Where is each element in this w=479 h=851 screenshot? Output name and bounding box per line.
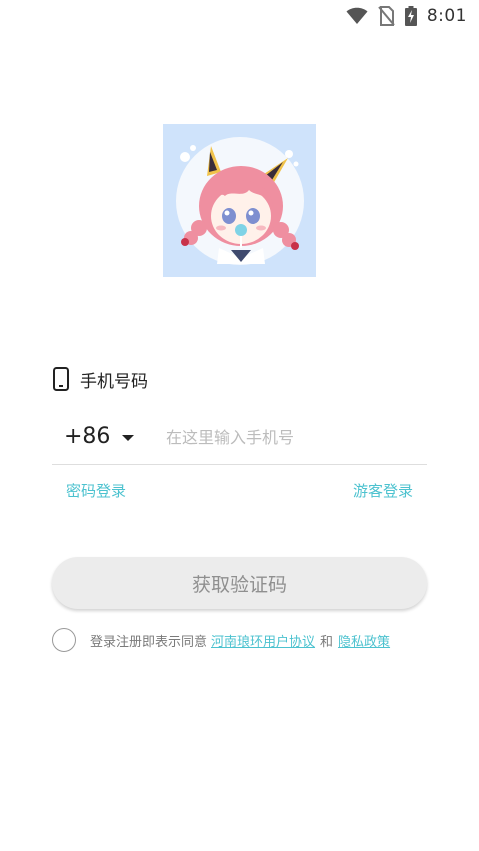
app-avatar xyxy=(163,124,316,277)
user-agreement-link[interactable]: 河南琅环用户协议 xyxy=(211,631,315,650)
agreement-row: 登录注册即表示同意 河南琅环用户协议 和 隐私政策 xyxy=(52,627,390,653)
agreement-prefix: 登录注册即表示同意 xyxy=(90,634,208,650)
phone-icon xyxy=(53,367,69,391)
login-screen: 8:01 手机号码 +86 在这里输入手机号 密码登录 游客登录 获取验证码 登… xyxy=(0,0,479,851)
get-code-button[interactable]: 获取验证码 xyxy=(52,557,427,609)
battery-charging-icon xyxy=(404,6,417,26)
status-time: 8:01 xyxy=(426,6,467,26)
phone-input-row: +86 xyxy=(52,412,427,465)
country-code-selector[interactable]: +86 xyxy=(64,424,110,449)
phone-label-text: 手机号码 xyxy=(80,371,148,392)
caret-down-icon[interactable] xyxy=(118,428,138,448)
status-icons: 8:01 xyxy=(346,4,467,28)
agreement-and: 和 xyxy=(320,634,334,650)
status-bar: 8:01 xyxy=(0,0,479,32)
wifi-icon xyxy=(346,7,368,24)
agreement-checkbox[interactable] xyxy=(52,628,76,652)
anime-girl-avatar xyxy=(163,124,316,277)
privacy-policy-link[interactable]: 隐私政策 xyxy=(338,631,390,650)
phone-number-input[interactable] xyxy=(166,424,416,450)
guest-login-link[interactable]: 游客登录 xyxy=(353,480,413,501)
phone-number-label: 手机号码 xyxy=(52,366,148,392)
password-login-link[interactable]: 密码登录 xyxy=(66,480,126,501)
no-sim-icon xyxy=(378,6,395,26)
